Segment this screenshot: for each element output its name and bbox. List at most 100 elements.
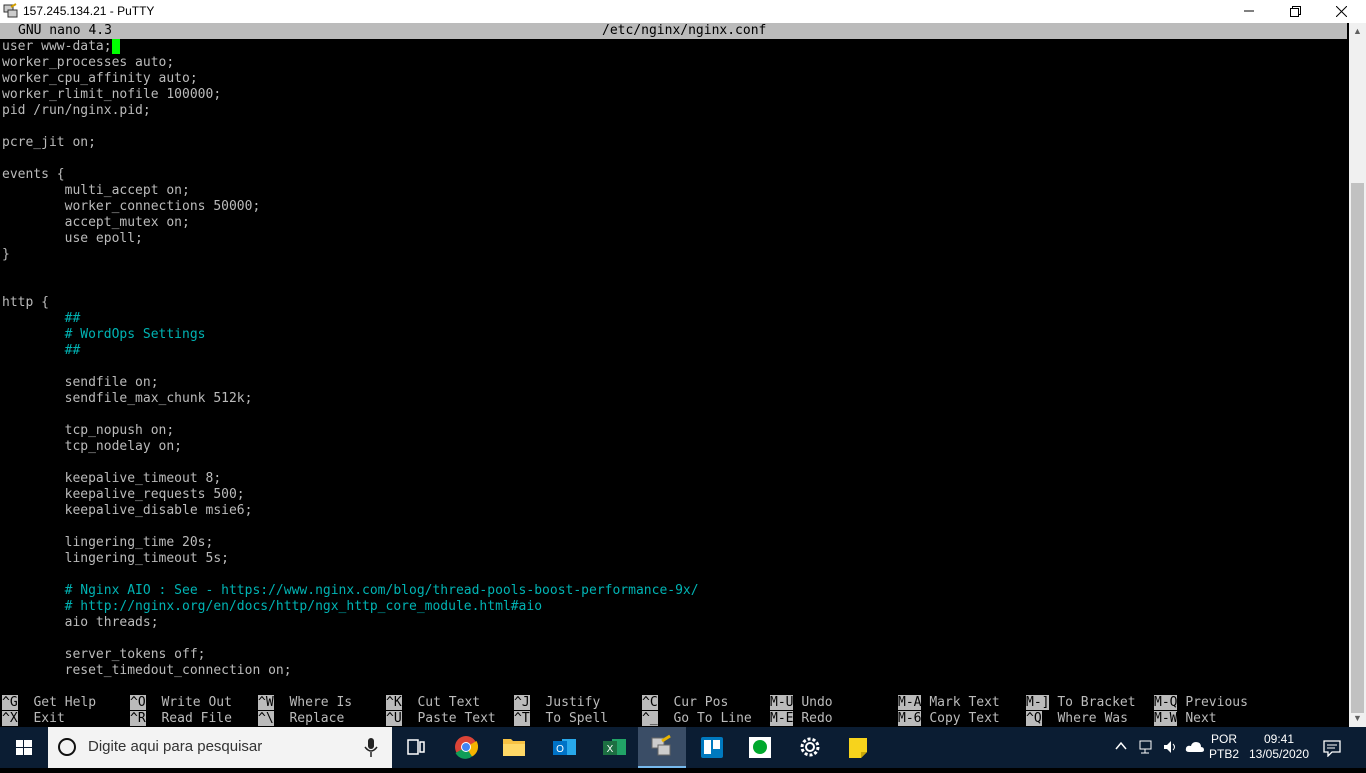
shortcut-item: ^R Read File (130, 711, 232, 727)
start-button[interactable] (0, 727, 48, 768)
editor-line[interactable]: ## (2, 343, 81, 359)
editor-line-text: } (2, 247, 10, 262)
editor-line[interactable]: tcp_nodelay on; (2, 439, 182, 455)
outlook-icon: O (553, 739, 576, 755)
editor-line-text: # WordOps Settings (2, 327, 206, 342)
editor-line[interactable]: lingering_timeout 5s; (2, 551, 229, 567)
taskbar-file-explorer[interactable] (490, 727, 538, 768)
task-view-button[interactable] (392, 727, 440, 768)
editor-line[interactable]: # Nginx AIO : See - https://www.nginx.co… (2, 583, 699, 599)
action-center-button[interactable] (1322, 739, 1342, 761)
taskbar-search[interactable]: Digite aqui para pesquisar (48, 727, 392, 768)
taskbar-trello[interactable] (688, 727, 736, 768)
shortcut-item: ^K Cut Text (386, 695, 480, 711)
editor-line[interactable]: keepalive_timeout 8; (2, 471, 222, 487)
clock[interactable]: 09:41 13/05/2020 (1246, 732, 1312, 762)
editor-line[interactable]: worker_rlimit_nofile 100000; (2, 87, 221, 103)
chrome-icon (455, 736, 479, 759)
cloud-icon (1185, 742, 1204, 752)
editor-line[interactable]: pid /run/nginx.pid; (2, 103, 151, 119)
shortcut-label: Mark Text (929, 695, 1000, 710)
editor-line-text: server_tokens off; (2, 647, 206, 662)
shortcut-item: ^C Cur Pos (642, 695, 728, 711)
maximize-button[interactable] (1272, 0, 1318, 23)
scroll-down-icon[interactable]: ▼ (1349, 710, 1366, 727)
gear-icon (800, 737, 820, 757)
shortcut-key: ^X (2, 711, 18, 726)
editor-line[interactable]: } (2, 247, 10, 263)
editor-line-text: worker_rlimit_nofile 100000; (2, 87, 222, 102)
shortcut-label: Get Help (33, 695, 97, 710)
window-titlebar[interactable]: 157.245.134.21 - PuTTY (0, 0, 1366, 23)
taskbar-excel[interactable]: X (590, 727, 638, 768)
chevron-up-icon (1115, 741, 1127, 750)
editor-line[interactable]: tcp_nopush on; (2, 423, 175, 439)
editor-line[interactable]: worker_connections 50000; (2, 199, 261, 215)
editor-line[interactable]: accept_mutex on; (2, 215, 190, 231)
editor-line-text: pid /run/nginx.pid; (2, 103, 151, 118)
microphone-icon[interactable] (364, 738, 378, 758)
editor-line[interactable]: reset_timedout_connection on; (2, 663, 292, 679)
taskbar-evernote[interactable] (736, 727, 784, 768)
editor-line[interactable]: lingering_time 20s; (2, 535, 214, 551)
editor-line[interactable]: # WordOps Settings (2, 327, 206, 343)
input-language[interactable]: POR PTB2 (1206, 732, 1242, 762)
shortcut-label: Cur Pos (673, 695, 729, 710)
network-icon (1139, 740, 1152, 754)
show-hidden-icons[interactable] (1114, 739, 1128, 757)
taskbar-sticky-notes[interactable] (834, 727, 882, 768)
editor-line[interactable]: keepalive_requests 500; (2, 487, 245, 503)
editor-line[interactable]: worker_processes auto; (2, 55, 174, 71)
scroll-up-icon[interactable]: ▲ (1349, 23, 1366, 40)
editor-line-text: worker_processes auto; (2, 55, 175, 70)
shortcut-key: ^O (130, 695, 146, 710)
shortcut-item: ^G Get Help (2, 695, 96, 711)
editor-line[interactable]: ## (2, 311, 81, 327)
editor-line-text: ## (2, 311, 81, 326)
taskbar-settings[interactable] (786, 727, 834, 768)
shortcut-item: M-6 Copy Text (898, 711, 1000, 727)
terminal-scrollbar[interactable]: ▲ ▼ (1349, 23, 1366, 727)
volume-icon (1164, 741, 1175, 753)
editor-line-text: ## (2, 343, 81, 358)
taskbar-chrome[interactable] (442, 727, 490, 768)
shortcut-item: M-Q Previous (1154, 695, 1248, 711)
network-status[interactable] (1138, 739, 1156, 759)
volume-control[interactable] (1162, 739, 1180, 759)
shortcut-key: M-W (1154, 711, 1178, 726)
close-button[interactable] (1318, 0, 1364, 23)
editor-line[interactable]: use epoll; (2, 231, 143, 247)
editor-line[interactable]: multi_accept on; (2, 183, 190, 199)
editor-line[interactable]: keepalive_disable msie6; (2, 503, 253, 519)
shortcut-item: M-] To Bracket (1026, 695, 1136, 711)
editor-line[interactable]: user www-data; (2, 39, 120, 55)
editor-line[interactable]: events { (2, 167, 65, 183)
shortcut-label: Paste Text (417, 711, 496, 726)
taskbar-putty[interactable] (638, 727, 686, 768)
shortcut-item: M-U Undo (770, 695, 833, 711)
editor-line[interactable]: pcre_jit on; (2, 135, 96, 151)
editor-line[interactable]: sendfile on; (2, 375, 159, 391)
shortcut-item: ^_ Go To Line (642, 711, 752, 727)
editor-line[interactable]: aio threads; (2, 615, 159, 631)
window-title: 157.245.134.21 - PuTTY (23, 4, 155, 18)
putty-icon (651, 734, 671, 756)
editor-line[interactable]: # http://nginx.org/en/docs/http/ngx_http… (2, 599, 542, 615)
shortcut-label: Where Was (1057, 711, 1128, 726)
editor-line[interactable]: server_tokens off; (2, 647, 206, 663)
putty-app-icon[interactable] (3, 3, 19, 19)
onedrive-status[interactable] (1185, 739, 1205, 759)
terminal-area[interactable]: GNU nano 4.3 /etc/nginx/nginx.conf user … (0, 23, 1349, 727)
minimize-button[interactable] (1226, 0, 1272, 23)
trello-icon (701, 737, 723, 758)
scrollbar-thumb[interactable] (1351, 183, 1364, 713)
editor-line-text: pcre_jit on; (2, 135, 96, 150)
shortcut-label: Where Is (289, 695, 353, 710)
shortcut-item: M-A Mark Text (898, 695, 1000, 711)
editor-line-text: lingering_time 20s; (2, 535, 214, 550)
editor-line[interactable]: worker_cpu_affinity auto; (2, 71, 198, 87)
shortcut-key: M-6 (898, 711, 922, 726)
editor-line[interactable]: sendfile_max_chunk 512k; (2, 391, 253, 407)
editor-line[interactable]: http { (2, 295, 49, 311)
taskbar-outlook[interactable]: O (540, 727, 588, 768)
